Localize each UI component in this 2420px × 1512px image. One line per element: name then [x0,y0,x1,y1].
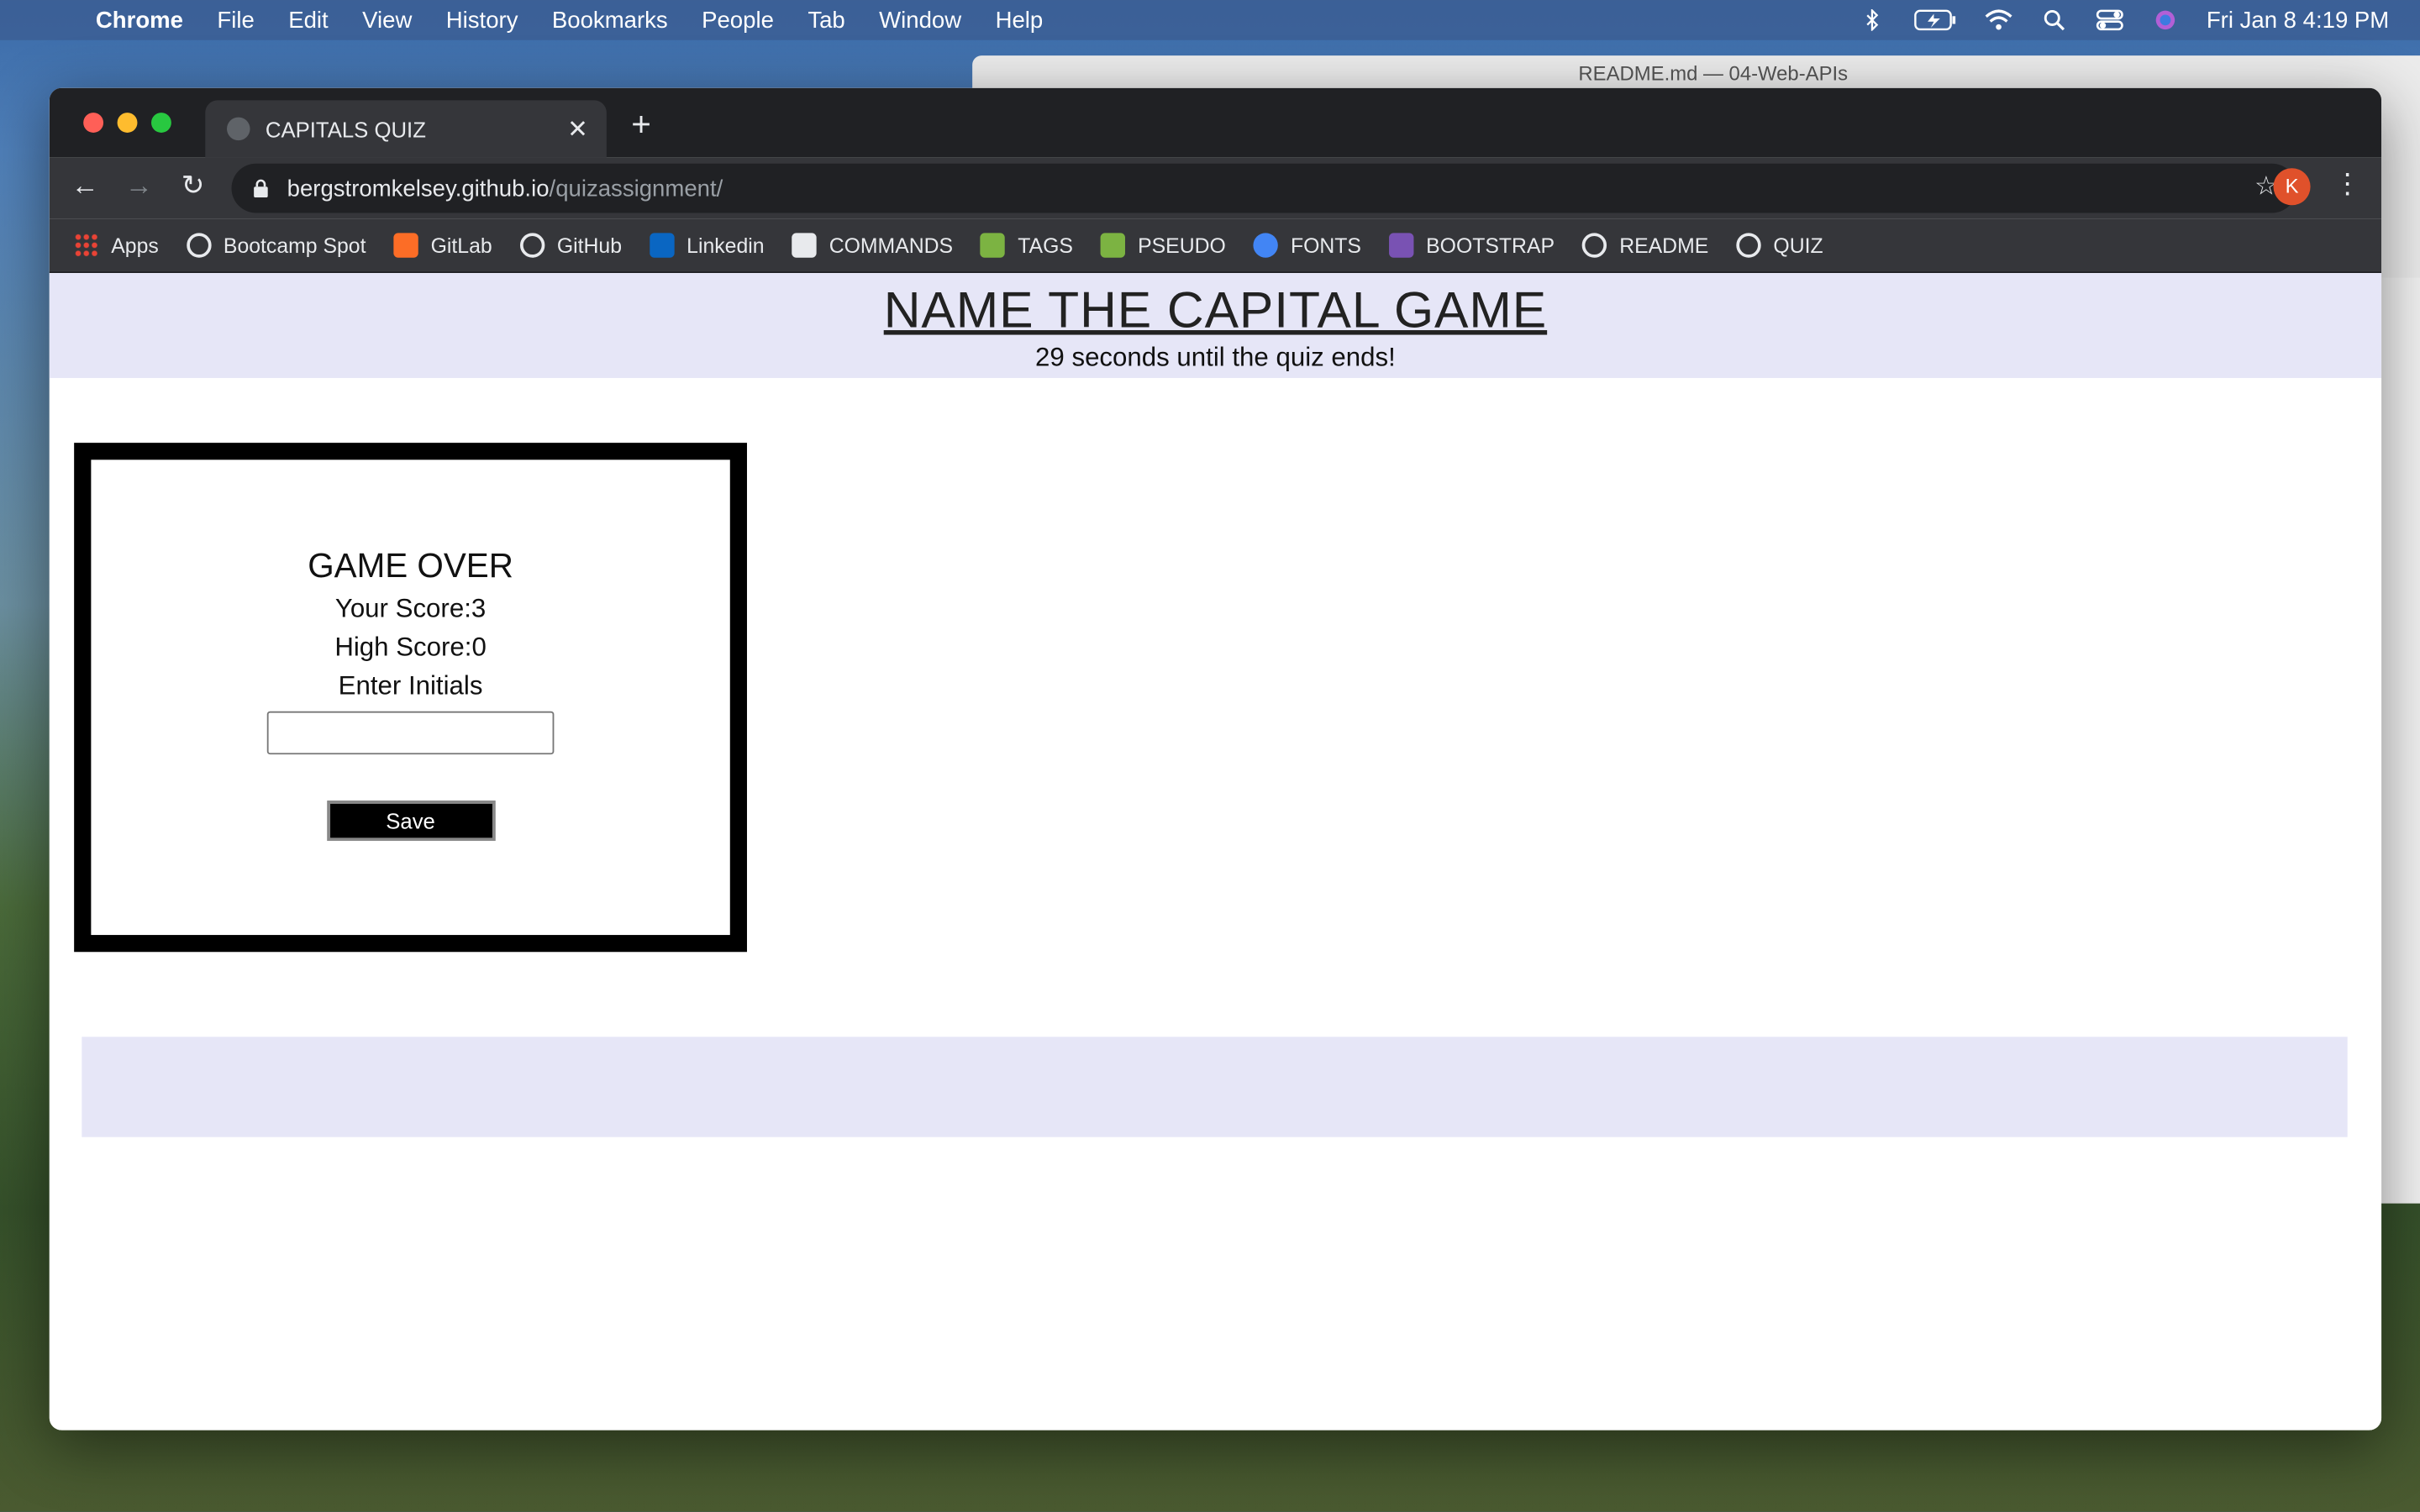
bookmark-label: GitHub [556,234,623,257]
spotlight-search-icon[interactable] [2039,9,2067,31]
html-tag-icon [1100,233,1126,258]
chrome-menu-icon[interactable]: ⋮ [2333,168,2361,201]
menu-view[interactable]: View [362,7,412,33]
back-arrow-icon[interactable]: ← [66,170,103,202]
menu-window[interactable]: Window [879,7,961,33]
chrome-window: CAPITALS QUIZ ✕ + ← → ↻ bergstromkelsey.… [49,87,2382,1431]
html-tag-icon [981,233,1006,258]
apps-grid-icon [74,233,99,258]
tab-title: CAPITALS QUIZ [265,116,426,142]
menu-edit[interactable]: Edit [288,7,328,33]
page-header: NAME THE CAPITAL GAME 29 seconds until t… [49,273,2382,378]
enter-initials-label: Enter Initials [338,670,483,701]
menu-help[interactable]: Help [996,7,1044,33]
profile-avatar[interactable]: K [2273,168,2311,206]
bookmark-label: TAGS [1018,234,1073,257]
url-path: /quizassignment/ [549,175,723,202]
lock-icon [254,179,268,198]
page-title: NAME THE CAPITAL GAME [883,281,1548,339]
fonts-icon [1253,233,1279,258]
web-page: NAME THE CAPITAL GAME 29 seconds until t… [49,273,2382,1431]
menu-file[interactable]: File [217,7,254,33]
bookmark-pseudo[interactable]: PSEUDO [1100,233,1226,258]
wifi-icon[interactable] [1984,9,2012,31]
globe-icon [186,233,212,258]
save-button[interactable]: Save [326,801,495,842]
bookmark-label: README [1619,234,1709,257]
background-window-edge [2376,277,2420,1204]
tab-capitals-quiz[interactable]: CAPITALS QUIZ ✕ [205,100,607,158]
bookmark-label: Apps [111,234,159,257]
tab-strip: CAPITALS QUIZ ✕ + [49,87,2382,158]
bootstrap-icon [1389,233,1414,258]
menu-tab[interactable]: Tab [808,7,844,33]
bookmark-quiz[interactable]: QUIZ [1736,233,1823,258]
bookmark-label: COMMANDS [829,234,954,257]
initials-input[interactable] [266,711,555,755]
menu-app-chrome[interactable]: Chrome [96,7,183,33]
reload-icon[interactable]: ↻ [175,170,212,202]
terminal-icon [792,233,818,258]
minimize-window-button[interactable] [117,113,138,133]
bookmark-label: BOOTSTRAP [1426,234,1555,257]
linkedin-icon [650,233,675,258]
bookmark-bootstrap[interactable]: BOOTSTRAP [1389,233,1555,258]
background-window-title: README.md — 04-Web-APIs [1578,61,1849,86]
bookmark-github[interactable]: GitHub [519,233,623,258]
globe-favicon-icon [227,117,250,141]
globe-icon [1582,233,1607,258]
bookmark-bootcamp-spot[interactable]: Bootcamp Spot [186,233,366,258]
bookmarks-bar: Apps Bootcamp Spot GitLab GitHub Linkedin COM… [49,218,2382,274]
battery-icon[interactable] [1913,9,1956,31]
high-score: High Score:0 [334,633,487,662]
bookmark-readme[interactable]: README [1582,233,1709,258]
bookmark-commands[interactable]: COMMANDS [792,233,954,258]
browser-toolbar: ← → ↻ bergstromkelsey.github.io/quizassi… [49,157,2382,219]
control-center-icon[interactable] [2096,9,2123,31]
bookmark-linkedin[interactable]: Linkedin [650,233,765,258]
game-over-heading: GAME OVER [308,546,513,585]
macos-menu-bar: Chrome File Edit View History Bookmarks … [0,0,2420,40]
bookmark-apps[interactable]: Apps [74,233,159,258]
fullscreen-window-button[interactable] [151,113,171,133]
game-over-card: GAME OVER Your Score:3 High Score:0 Ente… [74,443,747,953]
bookmark-label: Linkedin [687,234,765,257]
new-tab-icon[interactable]: + [631,105,651,145]
menu-history[interactable]: History [446,7,518,33]
bookmark-label: FONTS [1290,234,1361,257]
globe-icon [1736,233,1761,258]
bookmark-fonts[interactable]: FONTS [1253,233,1361,258]
timer-text: 29 seconds until the quiz ends! [1035,342,1396,372]
close-window-button[interactable] [83,113,104,133]
menu-bookmarks[interactable]: Bookmarks [552,7,668,33]
bookmark-label: QUIZ [1773,234,1823,257]
github-icon [519,233,545,258]
footer-band [82,1037,2348,1137]
menu-people[interactable]: People [702,7,774,33]
bookmark-label: Bootcamp Spot [223,234,366,257]
forward-arrow-icon[interactable]: → [120,170,157,202]
bookmark-tags[interactable]: TAGS [981,233,1073,258]
window-controls [83,113,171,133]
menu-bar-clock[interactable]: Fri Jan 8 4:19 PM [2207,7,2389,33]
bluetooth-icon[interactable] [1858,9,1886,31]
siri-icon[interactable] [2151,9,2179,31]
your-score: Your Score:3 [334,594,487,624]
bookmark-gitlab[interactable]: GitLab [393,233,492,258]
bookmark-label: PSEUDO [1138,234,1226,257]
address-bar[interactable]: bergstromkelsey.github.io/quizassignment… [231,163,2297,213]
bookmark-label: GitLab [430,234,492,257]
gitlab-icon [393,233,418,258]
close-tab-icon[interactable]: ✕ [567,114,588,145]
url-host: bergstromkelsey.github.io [287,175,550,202]
